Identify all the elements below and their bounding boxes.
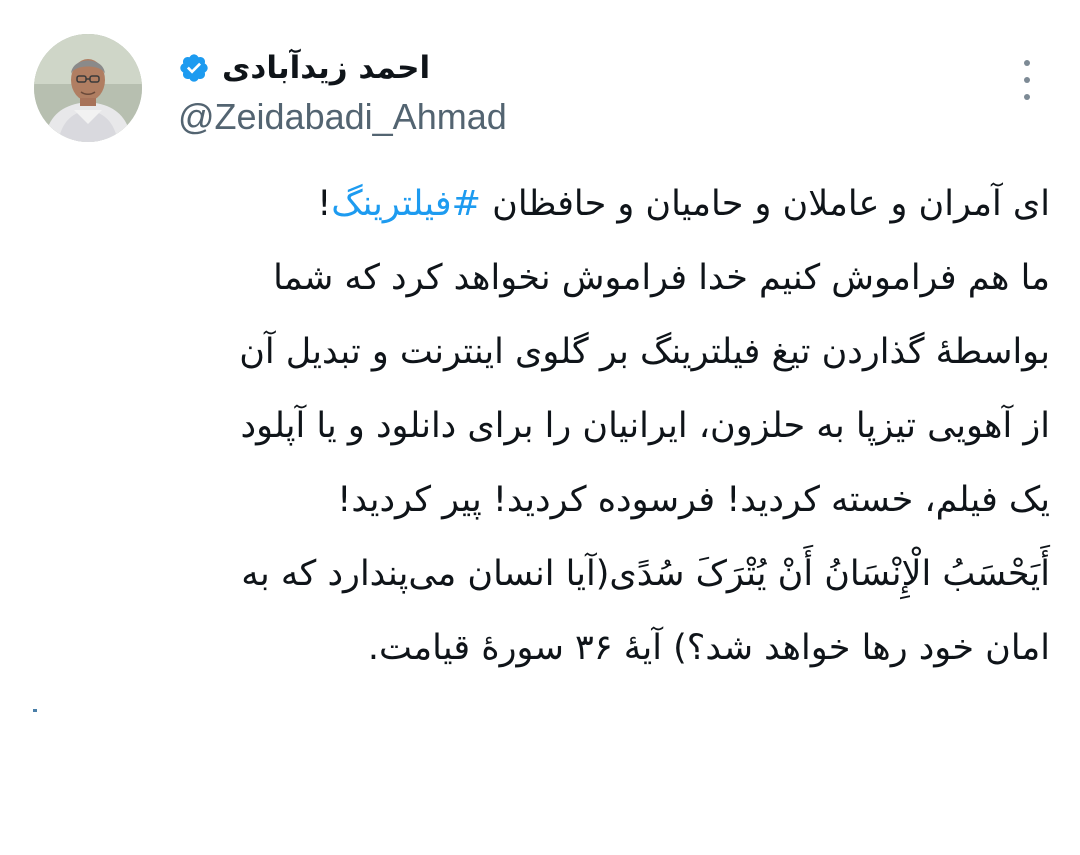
verified-badge-icon <box>180 54 208 82</box>
avatar[interactable] <box>34 34 142 142</box>
tweet-text: ای آمران و عاملان و حامیان و حافظان #فیل… <box>40 167 1050 685</box>
tweet-line-1-text: ای آمران و عاملان و حامیان و حافظان <box>480 184 1050 224</box>
tweet-line-4: از آهویی تیزپا به حلزون، ایرانیان را برا… <box>240 406 1050 446</box>
more-dot <box>1024 94 1030 100</box>
hashtag-link[interactable]: #فیلترینگ <box>331 184 481 224</box>
tweet-line-2: ما هم فراموش کنیم خدا فراموش نخواهد کرد … <box>273 258 1050 298</box>
tweet-line-5: یک فیلم، خسته کردید! فرسوده کردید! پیر ک… <box>337 480 1050 520</box>
display-name: احمد زیدآبادی <box>222 50 431 86</box>
tweet-card: احمد زیدآبادی @Zeidabadi_Ahmad ای آمران … <box>0 0 1080 855</box>
tweet-line-3: بواسطۀ گذاردن تیغ فیلترینگ بر گلوی اینتر… <box>239 332 1050 372</box>
more-dot <box>1024 77 1030 83</box>
more-options-icon[interactable] <box>1014 60 1040 100</box>
tweet-line-7: امان خود رها خواهد شد؟) آیۀ ۳۶ سورۀ قیام… <box>367 628 1050 668</box>
user-handle[interactable]: @Zeidabadi_Ahmad <box>178 96 507 138</box>
tweet-line-6: أَیَحْسَبُ الْإِنْسَانُ أَنْ یُتْرَکَ سُ… <box>241 554 1050 594</box>
profile-photo-icon <box>34 34 142 142</box>
divider-mark <box>33 709 37 712</box>
author-names: احمد زیدآبادی @Zeidabadi_Ahmad <box>178 42 507 138</box>
tweet-header: احمد زیدآبادی @Zeidabadi_Ahmad <box>34 34 507 150</box>
tweet-line-1-end: ! <box>317 184 332 224</box>
more-dot <box>1024 60 1030 66</box>
display-name-row[interactable]: احمد زیدآبادی <box>178 42 507 94</box>
tweet-line-1: ای آمران و عاملان و حامیان و حافظان #فیل… <box>40 167 1050 241</box>
